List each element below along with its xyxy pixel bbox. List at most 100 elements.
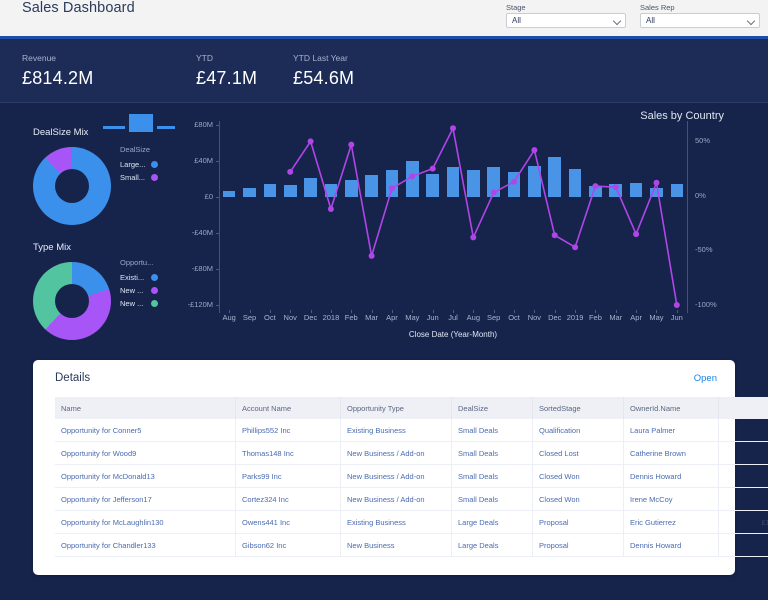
table-header-row: NameAccount NameOpportunity TypeDealSize… bbox=[55, 397, 768, 419]
table-cell: Opportunity for Jefferson17 bbox=[55, 488, 236, 511]
table-body: Opportunity for Conner5Phillips552 IncEx… bbox=[55, 419, 768, 557]
table-column-header[interactable]: Name bbox=[55, 397, 236, 419]
line-data-point[interactable] bbox=[613, 184, 619, 190]
table-cell: Opportunity for McLaughlin130 bbox=[55, 511, 236, 534]
open-link[interactable]: Open bbox=[694, 373, 717, 384]
table-cell: Closed Won bbox=[533, 488, 624, 511]
table-cell: Opportunity for Chandler133 bbox=[55, 534, 236, 557]
revenue-combo-chart[interactable]: £80M£40M£0-£40M-£80M-£120M50%0%-50%-100%… bbox=[0, 103, 768, 346]
line-data-point[interactable] bbox=[389, 185, 395, 191]
details-title: Details bbox=[55, 372, 90, 384]
line-data-point[interactable] bbox=[450, 125, 456, 131]
table-cell: Parks99 Inc bbox=[236, 465, 341, 488]
line-data-point[interactable] bbox=[552, 232, 558, 238]
filter-stage-label: Stage bbox=[506, 3, 626, 12]
x-axis-title: Close Date (Year-Month) bbox=[219, 330, 687, 339]
table-column-header[interactable]: OwnerId.Name bbox=[624, 397, 719, 419]
dashboard-root: Sales Dashboard Stage All Sales Rep All … bbox=[0, 0, 768, 600]
table-cell: Eric Gutierrez bbox=[624, 511, 719, 534]
line-data-point[interactable] bbox=[633, 231, 639, 237]
line-data-point[interactable] bbox=[308, 138, 314, 144]
table-cell: £397,280 bbox=[719, 442, 768, 465]
table-row[interactable]: Opportunity for Jefferson17Cortez324 Inc… bbox=[55, 488, 768, 511]
kpi-band: Revenue £814.2M YTD £47.1M YTD Last Year… bbox=[0, 39, 768, 103]
details-card: Details Open NameAccount NameOpportunity… bbox=[33, 360, 735, 575]
table-row[interactable]: Opportunity for McLaughlin130Owens441 In… bbox=[55, 511, 768, 534]
table-cell: Cortez324 Inc bbox=[236, 488, 341, 511]
table-column-header[interactable]: Opportunity Type bbox=[341, 397, 452, 419]
table-cell: Large Deals bbox=[452, 511, 533, 534]
chevron-down-icon bbox=[614, 18, 620, 24]
table-cell: Proposal bbox=[533, 511, 624, 534]
table-column-header[interactable]: DealSize bbox=[452, 397, 533, 419]
table-cell: £240,747 bbox=[719, 465, 768, 488]
table-cell: Existing Business bbox=[341, 419, 452, 442]
line-data-point[interactable] bbox=[430, 166, 436, 172]
table-cell: Phillips552 Inc bbox=[236, 419, 341, 442]
stage-select-value: All bbox=[512, 15, 521, 27]
table-cell: Small Deals bbox=[452, 488, 533, 511]
sales-rep-select-value: All bbox=[646, 15, 655, 27]
kpi-revenue[interactable]: Revenue £814.2M bbox=[22, 53, 93, 90]
table-cell: Owens441 Inc bbox=[236, 511, 341, 534]
details-table: NameAccount NameOpportunity TypeDealSize… bbox=[55, 397, 768, 557]
kpi-ytd-value: £47.1M bbox=[196, 66, 257, 90]
table-cell: Dennis Howard bbox=[624, 465, 719, 488]
table-cell: Small Deals bbox=[452, 442, 533, 465]
table-cell: £32,400 bbox=[719, 419, 768, 442]
table-cell: £21,640 bbox=[719, 488, 768, 511]
line-data-point[interactable] bbox=[369, 253, 375, 259]
line-data-point[interactable] bbox=[348, 142, 354, 148]
table-cell: £754,640 bbox=[719, 534, 768, 557]
table-row[interactable]: Opportunity for Conner5Phillips552 IncEx… bbox=[55, 419, 768, 442]
line-data-point[interactable] bbox=[470, 234, 476, 240]
table-column-header[interactable]: Account Name bbox=[236, 397, 341, 419]
line-data-point[interactable] bbox=[328, 206, 334, 212]
line-data-point[interactable] bbox=[592, 183, 598, 189]
line-data-point[interactable] bbox=[511, 179, 517, 185]
table-cell: Proposal bbox=[533, 534, 624, 557]
table-cell: £1,249,000 bbox=[719, 511, 768, 534]
table-cell: Opportunity for Conner5 bbox=[55, 419, 236, 442]
growth-line-series bbox=[0, 103, 768, 346]
sales-rep-select[interactable]: All bbox=[640, 13, 760, 28]
table-cell: Gibson62 Inc bbox=[236, 534, 341, 557]
line-data-point[interactable] bbox=[409, 173, 415, 179]
table-cell: Dennis Howard bbox=[624, 534, 719, 557]
table-cell: Thomas148 Inc bbox=[236, 442, 341, 465]
table-cell: New Business / Add-on bbox=[341, 442, 452, 465]
filter-stage: Stage All bbox=[506, 3, 626, 28]
kpi-ytd-last-year-label: YTD Last Year bbox=[293, 53, 354, 64]
filter-sales-rep-label: Sales Rep bbox=[640, 3, 760, 12]
table-cell: Opportunity for McDonald13 bbox=[55, 465, 236, 488]
table-row[interactable]: Opportunity for Chandler133Gibson62 IncN… bbox=[55, 534, 768, 557]
kpi-revenue-label: Revenue bbox=[22, 53, 93, 64]
line-data-point[interactable] bbox=[287, 169, 293, 175]
table-column-header[interactable]: SortedStage bbox=[533, 397, 624, 419]
table-cell: Laura Palmer bbox=[624, 419, 719, 442]
table-cell: Small Deals bbox=[452, 419, 533, 442]
line-data-point[interactable] bbox=[674, 302, 680, 308]
line-data-point[interactable] bbox=[654, 180, 660, 186]
stage-select[interactable]: All bbox=[506, 13, 626, 28]
table-row[interactable]: Opportunity for McDonald13Parks99 IncNew… bbox=[55, 465, 768, 488]
table-cell: Closed Lost bbox=[533, 442, 624, 465]
top-bar: Sales Dashboard Stage All Sales Rep All bbox=[0, 0, 768, 39]
kpi-ytd-last-year[interactable]: YTD Last Year £54.6M bbox=[293, 53, 354, 90]
line-data-point[interactable] bbox=[491, 190, 497, 196]
kpi-ytd-last-year-value: £54.6M bbox=[293, 66, 354, 90]
table-cell: Small Deals bbox=[452, 465, 533, 488]
page-title: Sales Dashboard bbox=[22, 0, 135, 16]
line-data-point[interactable] bbox=[572, 244, 578, 250]
chevron-down-icon bbox=[748, 18, 754, 24]
table-cell: Large Deals bbox=[452, 534, 533, 557]
filter-group: Stage All Sales Rep All bbox=[506, 3, 760, 28]
table-cell: Qualification bbox=[533, 419, 624, 442]
table-column-header[interactable]: Amount bbox=[719, 397, 768, 419]
table-cell: New Business / Add-on bbox=[341, 488, 452, 511]
line-data-point[interactable] bbox=[531, 147, 537, 153]
table-cell: New Business / Add-on bbox=[341, 465, 452, 488]
kpi-ytd[interactable]: YTD £47.1M bbox=[196, 53, 257, 90]
kpi-ytd-label: YTD bbox=[196, 53, 257, 64]
table-row[interactable]: Opportunity for Wood9Thomas148 IncNew Bu… bbox=[55, 442, 768, 465]
